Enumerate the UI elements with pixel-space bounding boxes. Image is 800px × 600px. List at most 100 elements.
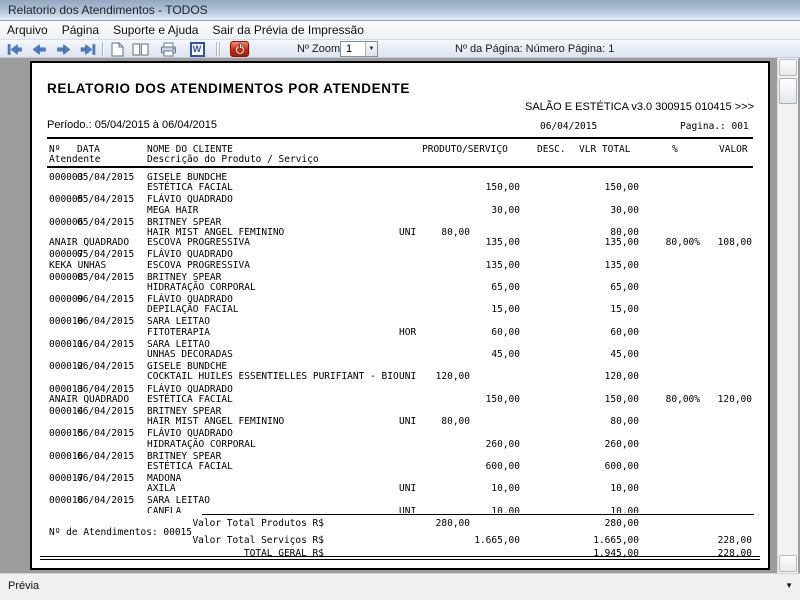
- item-description: MEGA HAIR: [147, 206, 198, 216]
- zoom-value: 1: [346, 43, 352, 55]
- totals-services-total: 1.665,00: [562, 536, 639, 546]
- row-date: 06/04/2015: [77, 496, 134, 506]
- next-page-icon: [56, 44, 72, 55]
- totals-services-label: Valor Total Serviços R$: [92, 536, 324, 546]
- report-row: 00001606/04/2015BRITNEY SPEARESTÉTICA FA…: [32, 452, 768, 472]
- report-page-number: Pagina.: 001: [680, 121, 749, 132]
- item-unit: UNI: [399, 484, 416, 494]
- col-header-prodserv: PRODUTO/SERVIÇO: [422, 145, 508, 155]
- total-value: 10,00: [562, 484, 639, 494]
- first-page-button[interactable]: [4, 41, 26, 57]
- product-value: 120,00: [402, 372, 470, 382]
- two-page-view-button[interactable]: [129, 41, 151, 57]
- last-page-icon: [80, 44, 96, 55]
- col-header-desc: DESC.: [537, 145, 566, 155]
- last-page-button[interactable]: [77, 41, 99, 57]
- vertical-scrollbar[interactable]: [777, 58, 798, 573]
- attendant-name: KEKA UNHAS: [49, 261, 106, 271]
- report-period: Período.: 05/04/2015 à 06/04/2015: [47, 119, 217, 131]
- item-description: ESCOVA PROGRESSIVA: [147, 238, 250, 248]
- service-value: 10,00: [452, 484, 520, 494]
- menu-sair-previa[interactable]: Sair da Prévia de Impressão: [205, 21, 370, 40]
- menu-arquivo[interactable]: Arquivo: [0, 21, 55, 40]
- export-word-button[interactable]: W: [186, 41, 208, 57]
- row-date: 05/04/2015: [77, 195, 134, 205]
- col-header-atendente: Atendente: [49, 155, 100, 165]
- client-name: SARA LEITAO: [147, 317, 210, 327]
- total-value: 135,00: [562, 261, 639, 271]
- item-description: AXILA: [147, 484, 176, 494]
- print-button[interactable]: [157, 41, 179, 57]
- power-exit-icon: [230, 41, 249, 57]
- service-value: 260,00: [452, 440, 520, 450]
- total-value: 260,00: [562, 440, 639, 450]
- total-value: 150,00: [562, 395, 639, 405]
- scrollbar-thumb[interactable]: [779, 78, 797, 104]
- zoom-dropdown[interactable]: 1 ▼: [340, 41, 378, 57]
- chevron-down-icon: ▼: [365, 42, 377, 56]
- service-value: 65,00: [452, 283, 520, 293]
- service-value: 150,00: [452, 395, 520, 405]
- row-date: 06/04/2015: [77, 317, 134, 327]
- item-description: HIDRATAÇÃO CORPORAL: [147, 283, 256, 293]
- report-print-date: 06/04/2015: [540, 121, 597, 132]
- report-page: RELATORIO DOS ATENDIMENTOS POR ATENDENTE…: [30, 61, 770, 570]
- total-value: 135,00: [562, 238, 639, 248]
- row-date: 05/04/2015: [77, 173, 134, 183]
- single-page-icon: [111, 42, 124, 57]
- service-value: 150,00: [452, 183, 520, 193]
- two-pages-icon: [132, 43, 149, 56]
- total-value: 45,00: [562, 350, 639, 360]
- row-date: 06/04/2015: [77, 362, 134, 372]
- item-unit: HOR: [399, 328, 416, 338]
- col-header-vlrtotal: VLR TOTAL: [579, 145, 630, 155]
- item-description: ESTÉTICA FACIAL: [147, 395, 233, 405]
- report-row: 00001206/04/2015GISELE BUNDCHECOCKTAIL H…: [32, 362, 768, 382]
- exit-preview-button[interactable]: [228, 41, 250, 57]
- next-page-button[interactable]: [53, 41, 75, 57]
- report-row: 00001406/04/2015BRITNEY SPEARHAIR MIST A…: [32, 407, 768, 427]
- totals-services-commission: 228,00: [685, 536, 752, 546]
- single-page-view-button[interactable]: [106, 41, 128, 57]
- totals-services-row: Valor Total Serviços R$ 1.665,00 1.665,0…: [32, 536, 768, 546]
- item-description: ESTÉTICA FACIAL: [147, 183, 233, 193]
- printer-icon: [160, 42, 177, 57]
- row-date: 06/04/2015: [77, 452, 134, 462]
- product-value: 80,00: [402, 417, 470, 427]
- scroll-up-button[interactable]: [779, 59, 797, 76]
- menu-pagina[interactable]: Página: [55, 21, 106, 40]
- service-value: 135,00: [452, 261, 520, 271]
- divider: [47, 137, 753, 139]
- toolbar-separator: [102, 42, 103, 56]
- page-info-label: Nº da Página: Número Página: 1: [455, 43, 614, 55]
- status-dropdown-arrow-icon[interactable]: ▼: [785, 581, 793, 590]
- divider: [47, 166, 753, 168]
- total-value: 15,00: [562, 305, 639, 315]
- menu-suporte-ajuda[interactable]: Suporte e Ajuda: [106, 21, 205, 40]
- divider: [202, 514, 754, 515]
- table-header-row-1: Nº DATA NOME DO CLIENTE PRODUTO/SERVIÇO …: [32, 145, 768, 155]
- item-description: UNHAS DECORADAS: [147, 350, 233, 360]
- report-row: 00001106/04/2015SARA LEITAOUNHAS DECORAD…: [32, 340, 768, 360]
- report-brand: SALÃO E ESTÉTICA v3.0 300915 010415 >>>: [525, 101, 754, 113]
- first-page-icon: [7, 44, 23, 55]
- previous-page-button[interactable]: [28, 41, 50, 57]
- client-name: FLÁVIO QUADRADO: [147, 195, 233, 205]
- commission-value: 108,00: [685, 238, 752, 248]
- word-export-icon: W: [190, 42, 205, 57]
- previous-page-icon: [31, 44, 47, 55]
- report-row: 00000605/04/2015BRITNEY SPEARHAIR MIST A…: [32, 218, 768, 249]
- application-window: Relatorio dos Atendimentos - TODOS Arqui…: [0, 0, 800, 600]
- service-value: 10,00: [452, 507, 520, 513]
- row-date: 05/04/2015: [77, 250, 134, 260]
- col-header-descricao: Descrição do Produto / Serviço: [147, 155, 319, 165]
- total-value: 80,00: [562, 417, 639, 427]
- double-divider: [40, 556, 760, 560]
- totals-services-value: 1.665,00: [452, 536, 520, 546]
- total-value: 60,00: [562, 328, 639, 338]
- report-row: 00001706/04/2015MADONAAXILAUNI10,0010,00: [32, 474, 768, 494]
- toolbar-separator: [216, 42, 217, 56]
- scroll-down-button[interactable]: [779, 555, 797, 572]
- report-row: 00000906/04/2015FLÁVIO QUADRADODEPILAÇÃO…: [32, 295, 768, 315]
- total-value: 10,00: [562, 507, 639, 513]
